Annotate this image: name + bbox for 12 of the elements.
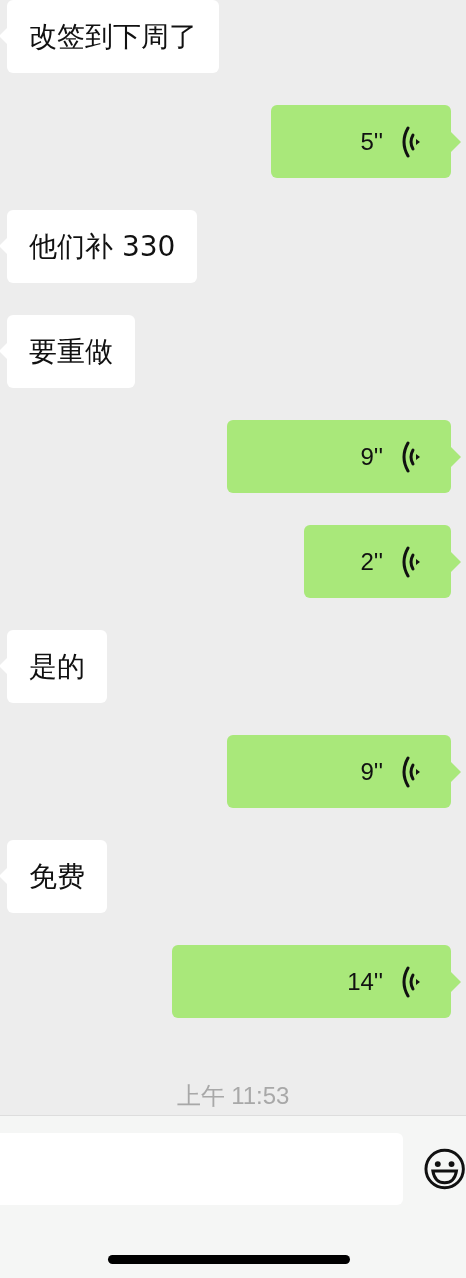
voice-message[interactable]: 9'' xyxy=(227,735,451,808)
bubble-tail xyxy=(451,551,461,572)
voice-message[interactable]: 9'' xyxy=(227,420,451,493)
voice-message[interactable]: 5'' xyxy=(271,105,451,178)
timestamp: 上午 11:53 xyxy=(175,1081,291,1111)
voice-message[interactable]: 2'' xyxy=(304,525,451,598)
voice-message[interactable]: 14'' xyxy=(172,945,451,1018)
bubble-tail xyxy=(451,761,461,782)
bubble-tail xyxy=(451,131,461,152)
emoji-icon[interactable] xyxy=(422,1147,466,1191)
bubble-tail xyxy=(451,446,461,467)
bubble-tail xyxy=(451,971,461,992)
